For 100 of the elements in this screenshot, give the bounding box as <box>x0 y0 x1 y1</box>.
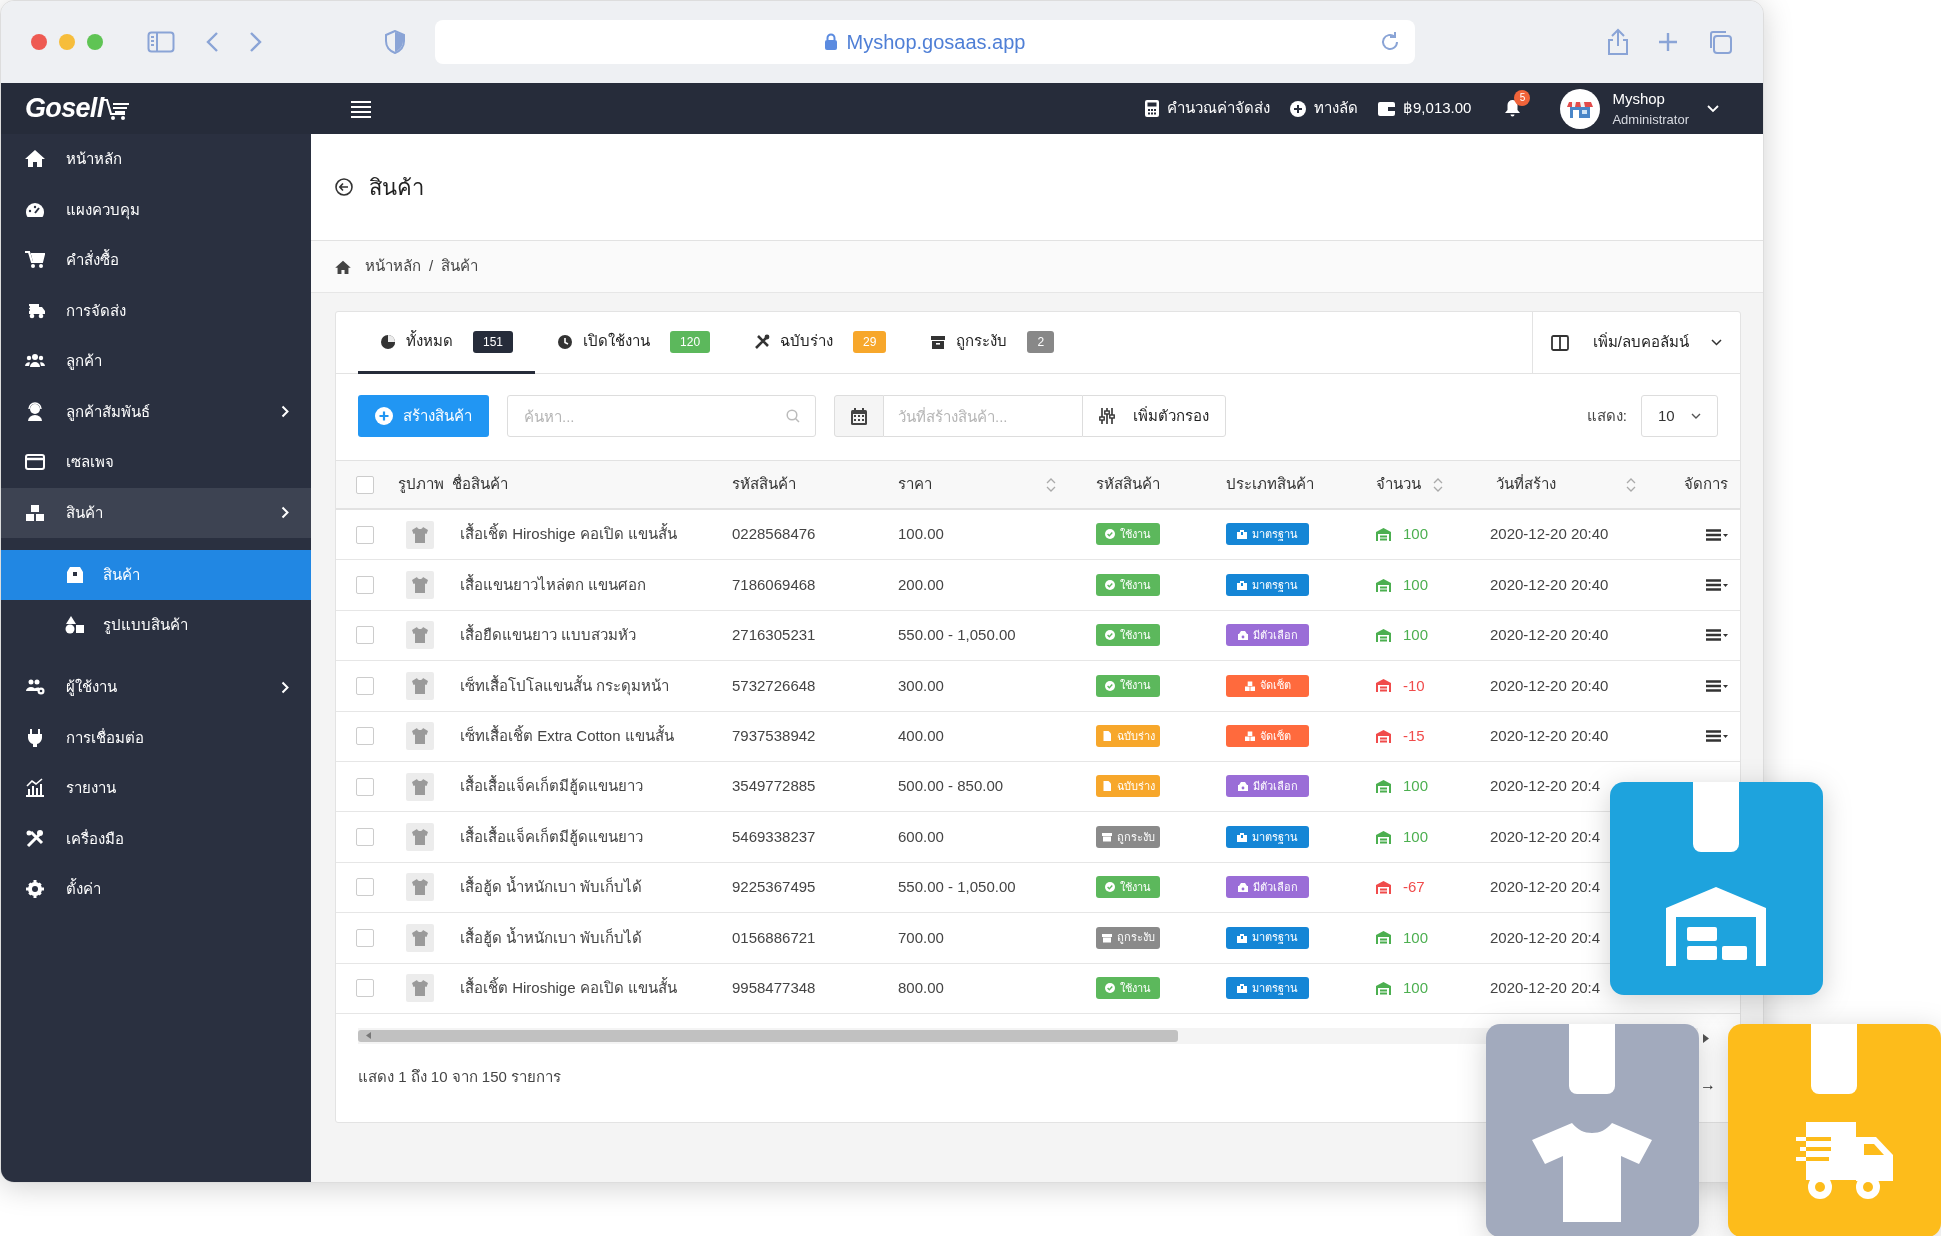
scroll-right-icon[interactable] <box>1703 1034 1709 1043</box>
checkbox[interactable] <box>356 828 374 847</box>
type-badge: จัดเซ็ต <box>1226 674 1309 697</box>
sidebar-item[interactable]: แผงควบคุม <box>1 184 311 235</box>
next-page-button[interactable]: → <box>1700 1073 1716 1097</box>
tab-icon <box>930 333 947 350</box>
checkbox[interactable] <box>356 676 374 695</box>
row-actions-button[interactable] <box>1706 579 1728 592</box>
created-date: 2020-12-20 20:4 <box>1490 977 1602 998</box>
tabs-overview-icon[interactable] <box>1707 29 1733 55</box>
product-photo <box>406 873 434 902</box>
column-header: รูปภาพ <box>398 474 444 495</box>
sidebar-item[interactable]: เซลเพจ <box>1 437 311 488</box>
product-code: 0156886721 <box>732 927 817 948</box>
product-price: 550.00 - 1,050.00 <box>898 877 1017 898</box>
shipping-calculator-link[interactable]: คำนวณค่าจัดส่ง <box>1145 97 1271 120</box>
window-control-icon[interactable] <box>87 34 103 50</box>
sidebar-item[interactable]: เครื่องมือ <box>1 813 311 864</box>
checkbox[interactable] <box>356 777 374 796</box>
home-icon[interactable] <box>335 259 351 274</box>
page-size-select[interactable]: 10 <box>1641 395 1718 437</box>
menu-icon[interactable] <box>351 99 371 118</box>
type-badge: มีตัวเลือก <box>1226 876 1309 899</box>
breadcrumb-link[interactable]: หน้าหลัก <box>365 255 421 278</box>
stock-quantity: 100 <box>1403 776 1429 797</box>
shortcut-link[interactable]: ทางลัด <box>1290 97 1359 120</box>
filter-tab[interactable]: ถูกระงับ 2 <box>908 312 1077 374</box>
chevron-down-icon[interactable] <box>1707 104 1719 113</box>
scrollbar-thumb[interactable] <box>358 1029 1178 1042</box>
created-date: 2020-12-20 20:40 <box>1490 625 1610 646</box>
filter-tab[interactable]: ทั้งหมด 151 <box>358 312 536 374</box>
checkbox[interactable] <box>356 727 374 746</box>
status-badge: ใช้งาน <box>1096 523 1160 546</box>
checkbox[interactable] <box>356 626 374 645</box>
sidebar-item-icon <box>25 828 45 849</box>
breadcrumb-separator: / <box>429 256 434 277</box>
calendar-button[interactable] <box>834 395 884 437</box>
date-filter-field[interactable]: วันที่สร้างสินค้า... <box>884 395 1082 437</box>
sidebar-item-icon <box>25 727 45 748</box>
sidebar-item[interactable]: การจัดส่ง <box>1 285 311 336</box>
sidebar-item-icon <box>25 250 45 271</box>
sort-icon[interactable] <box>1433 477 1443 492</box>
sort-icon[interactable] <box>1626 477 1636 492</box>
sidebar-item[interactable]: คำสั่งซื้อ <box>1 235 311 286</box>
sort-icon[interactable] <box>1046 477 1056 492</box>
filter-tab[interactable]: ฉบับร่าง 29 <box>732 312 909 374</box>
status-badge: ฉบับร่าง <box>1096 725 1160 747</box>
forward-icon[interactable] <box>249 31 263 53</box>
reload-icon[interactable] <box>1379 31 1401 53</box>
product-name: เสื้อเสื้อแจ็คเก็ตมีฮู้ดแขนยาว <box>459 825 644 848</box>
row-actions-button[interactable] <box>1706 679 1728 692</box>
product-price: 300.00 <box>898 675 945 696</box>
checkbox[interactable] <box>356 525 374 544</box>
type-badge: มีตัวเลือก <box>1226 624 1309 647</box>
checkbox[interactable] <box>356 576 374 595</box>
window-control-icon[interactable] <box>59 34 75 50</box>
sidebar-toggle-icon[interactable] <box>147 31 175 53</box>
shop-name: Myshop <box>1612 88 1666 109</box>
checkbox[interactable] <box>356 878 374 897</box>
created-date: 2020-12-20 20:40 <box>1490 675 1610 696</box>
page-title: สินค้า <box>369 173 424 202</box>
row-actions-button[interactable] <box>1706 629 1728 642</box>
sidebar-item[interactable]: ตั้งค่า <box>1 864 311 915</box>
back-icon[interactable] <box>205 31 219 53</box>
bell-icon[interactable] <box>1505 100 1521 117</box>
stock-quantity: 100 <box>1403 977 1429 998</box>
sidebar-item[interactable]: ลูกค้า <box>1 336 311 387</box>
search-field[interactable]: ค้นหา... <box>507 395 816 437</box>
checkbox[interactable] <box>356 979 374 998</box>
sidebar-item[interactable]: ผู้ใช้งาน <box>1 662 311 713</box>
plus-circle-icon <box>375 407 393 425</box>
row-actions-button[interactable] <box>1706 730 1728 743</box>
sidebar-item[interactable]: รายงาน <box>1 763 311 814</box>
wallet-icon <box>1378 101 1396 116</box>
stock-quantity: 100 <box>1403 826 1429 847</box>
sidebar-item[interactable]: สินค้า <box>1 487 311 538</box>
address-bar[interactable]: Myshop.gosaas.app <box>435 20 1415 64</box>
checkbox[interactable] <box>356 475 374 494</box>
status-badge: ใช้งาน <box>1096 876 1160 899</box>
sidebar-subitem-icon <box>65 565 85 585</box>
column-toggle-button[interactable]: เพิ่ม/ลบคอลัมน์ <box>1531 312 1740 373</box>
checkbox[interactable] <box>356 928 374 947</box>
window-control-icon[interactable] <box>31 34 47 50</box>
product-name: เสื้อแขนยาวไหล่ตก แขนศอก <box>459 573 648 595</box>
sidebar-item[interactable]: หน้าหลัก <box>1 134 311 185</box>
sidebar-subitem[interactable]: รูปแบบสินค้า <box>1 600 311 650</box>
sidebar-subitem[interactable]: สินค้า <box>1 550 311 600</box>
add-filter-button[interactable]: เพิ่มตัวกรอง <box>1082 395 1226 437</box>
wallet-balance-link[interactable]: ฿9,013.00 <box>1378 97 1472 120</box>
share-icon[interactable] <box>1607 28 1629 56</box>
product-name: เสื้อฮู้ด น้ำหนักเบา พับเก็บได้ <box>459 876 644 898</box>
created-date: 2020-12-20 20:4 <box>1490 877 1602 898</box>
filter-tab[interactable]: เปิดใช้งาน 120 <box>535 312 733 374</box>
product-price: 500.00 - 850.00 <box>898 776 1005 797</box>
sidebar-item[interactable]: ลูกค้าสัมพันธ์ <box>1 386 311 437</box>
new-tab-icon[interactable] <box>1657 31 1679 53</box>
sidebar-item[interactable]: การเชื่อมต่อ <box>1 712 311 763</box>
row-actions-button[interactable] <box>1706 528 1728 541</box>
product-photo <box>406 772 434 801</box>
shop-avatar-icon[interactable] <box>1560 88 1601 129</box>
